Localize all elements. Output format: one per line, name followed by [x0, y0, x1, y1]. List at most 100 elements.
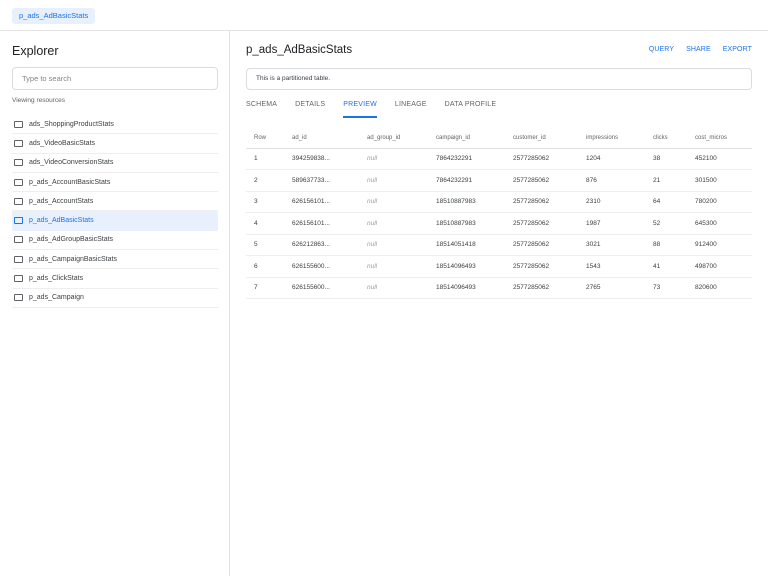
table-row: 4 626156101... null 18510887983 2577285062 19… — [246, 212, 752, 235]
table-cell: 912400 — [687, 234, 752, 256]
table-cell: 2577285062 — [505, 191, 578, 213]
table-cell: 3021 — [578, 234, 645, 256]
table-cell: 2577285062 — [505, 255, 578, 278]
column-header[interactable]: Row — [246, 128, 284, 149]
table-cell: 1543 — [578, 255, 645, 278]
table-row: 1 394259838... null 7864232291 2577285062 120… — [246, 148, 752, 170]
column-header[interactable]: cost_micros — [687, 128, 752, 149]
resource-item-label: ads_VideoConversionStats — [29, 159, 114, 167]
share-button[interactable]: SHARE — [686, 46, 711, 53]
viewing-resources-label: Viewing resources — [12, 97, 65, 104]
table-cell: 820600 — [687, 277, 752, 299]
main-panel: p_ads_AdBasicStats QUERY SHARE EXPORT Th… — [230, 31, 768, 576]
table-cell: 38 — [645, 148, 687, 170]
table-cell: 7 — [246, 277, 284, 299]
tab-preview[interactable]: PREVIEW — [343, 98, 377, 118]
table-icon — [14, 275, 23, 283]
partition-info-banner: This is a partitioned table. — [246, 68, 752, 90]
table-cell: 3 — [246, 191, 284, 213]
table-cell: null — [359, 191, 428, 213]
table-cell: 589637733... — [284, 169, 359, 192]
table-cell: 18514096493 — [428, 277, 505, 299]
resource-item[interactable]: p_ads_CampaignBasicStats — [12, 250, 218, 270]
table-header-row: Row ad_id ad_group_id campaign_id customer_i… — [246, 128, 752, 149]
table-cell: 18514096493 — [428, 255, 505, 278]
table-cell: 52 — [645, 212, 687, 235]
table-icon — [14, 159, 23, 167]
table-cell: 2577285062 — [505, 234, 578, 256]
page-title: p_ads_AdBasicStats — [246, 44, 353, 56]
table-cell: null — [359, 255, 428, 278]
table-cell: 18514051418 — [428, 234, 505, 256]
table-cell: 2577285062 — [505, 148, 578, 170]
column-header[interactable]: campaign_id — [428, 128, 505, 149]
table-cell: 18510887983 — [428, 212, 505, 235]
column-header[interactable]: impressions — [578, 128, 645, 149]
resource-item[interactable]: p_ads_ClickStats — [12, 269, 218, 289]
tab-details[interactable]: DETAILS — [295, 98, 325, 118]
table-cell: 21 — [645, 169, 687, 192]
table-row: 5 626212863... null 18514051418 2577285062 30… — [246, 234, 752, 256]
table-row: 2 589637733... null 7864232291 2577285062 876… — [246, 169, 752, 192]
table-icon — [14, 236, 23, 244]
resource-item[interactable]: ads_ShoppingProductStats — [12, 115, 218, 135]
table-cell: 876 — [578, 169, 645, 192]
resource-item[interactable]: p_ads_AccountStats — [12, 192, 218, 212]
table-icon — [14, 139, 23, 147]
table-cell: 41 — [645, 255, 687, 278]
table-cell: 73 — [645, 277, 687, 299]
search-box[interactable] — [12, 67, 218, 90]
table-cell: null — [359, 234, 428, 256]
column-header[interactable]: ad_id — [284, 128, 359, 149]
table-cell: null — [359, 212, 428, 235]
tab-data-profile[interactable]: DATA PROFILE — [445, 98, 497, 118]
table-cell: 1 — [246, 148, 284, 170]
table-cell: 626156101... — [284, 212, 359, 235]
resource-item-label: p_ads_AccountStats — [29, 197, 94, 205]
table-cell: 64 — [645, 191, 687, 213]
resource-list: ads_ShoppingProductStats ads_VideoBasicSt… — [12, 115, 218, 308]
table-cell: 2577285062 — [505, 277, 578, 299]
table-cell: 498700 — [687, 255, 752, 278]
open-tab-chip[interactable]: p_ads_AdBasicStats — [12, 8, 96, 24]
explorer-title: Explorer — [12, 44, 59, 58]
table-cell: 1204 — [578, 148, 645, 170]
table-icon — [14, 294, 23, 302]
table-icon — [14, 255, 23, 263]
resource-item[interactable]: p_ads_AccountBasicStats — [12, 173, 218, 193]
table-cell: null — [359, 169, 428, 192]
export-button[interactable]: EXPORT — [723, 46, 752, 53]
column-header[interactable]: customer_id — [505, 128, 578, 149]
table-icon — [14, 197, 23, 205]
table-cell: 5 — [246, 234, 284, 256]
table-cell: null — [359, 148, 428, 170]
resource-item-label: ads_ShoppingProductStats — [29, 120, 114, 128]
resource-item[interactable]: p_ads_AdBasicStats — [12, 211, 218, 231]
resource-item[interactable]: p_ads_AdGroupBasicStats — [12, 231, 218, 251]
explorer-sidebar: Explorer Viewing resources ads_ShoppingP… — [0, 31, 230, 576]
table-cell: 88 — [645, 234, 687, 256]
table-cell: 2 — [246, 169, 284, 192]
resource-item[interactable]: p_ads_Campaign — [12, 289, 218, 308]
tab-schema[interactable]: SCHEMA — [246, 98, 277, 118]
top-bar: p_ads_AdBasicStats — [0, 0, 768, 31]
table-cell: 626155600... — [284, 255, 359, 278]
resource-item[interactable]: ads_VideoBasicStats — [12, 134, 218, 154]
detail-tabs: SCHEMA DETAILS PREVIEW LINEAGE DATA PROFILE — [246, 98, 496, 118]
table-icon — [14, 178, 23, 186]
table-cell: 1987 — [578, 212, 645, 235]
tab-lineage[interactable]: LINEAGE — [395, 98, 427, 118]
table-row: 6 626155600... null 18514096493 2577285062 15… — [246, 255, 752, 278]
table-cell: 18510887983 — [428, 191, 505, 213]
table-row: 7 626155600... null 18514096493 2577285062 27… — [246, 277, 752, 299]
column-header[interactable]: ad_group_id — [359, 128, 428, 149]
column-header[interactable]: clicks — [645, 128, 687, 149]
query-button[interactable]: QUERY — [649, 46, 674, 53]
resource-item[interactable]: ads_VideoConversionStats — [12, 154, 218, 173]
table-cell: 394259838... — [284, 148, 359, 170]
table-cell: 7864232291 — [428, 148, 505, 170]
resource-item-label: p_ads_AdGroupBasicStats — [29, 236, 114, 244]
table-icon — [14, 217, 23, 225]
resource-item-label: p_ads_AdBasicStats — [29, 217, 94, 225]
search-input[interactable] — [13, 68, 217, 89]
